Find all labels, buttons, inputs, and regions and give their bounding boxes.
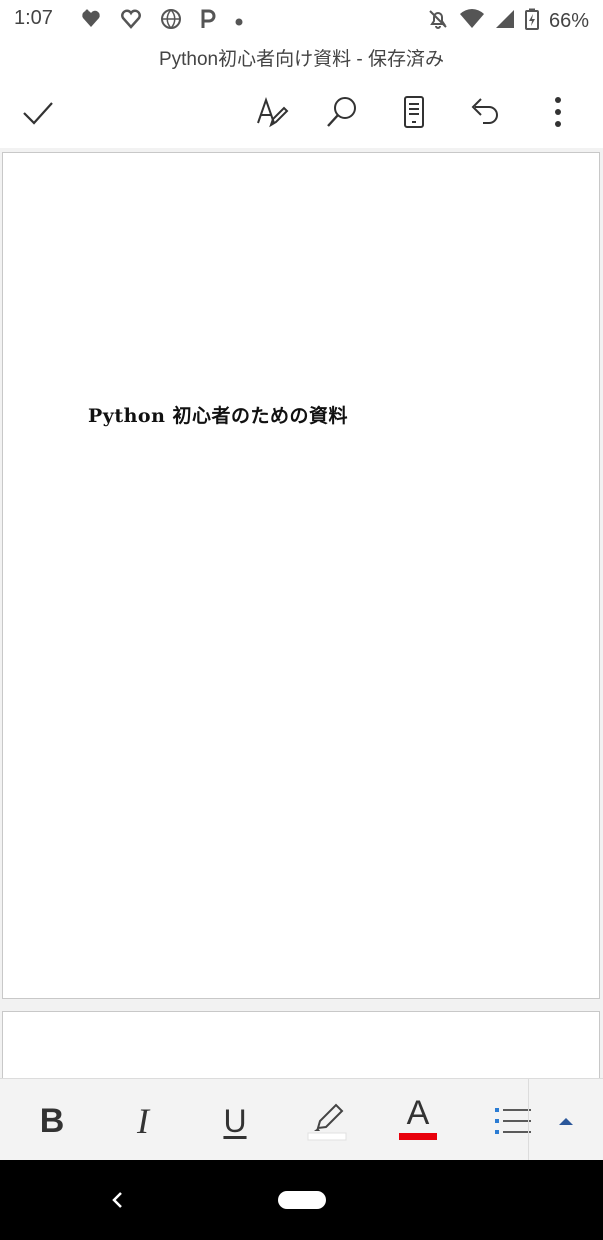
expand-ribbon-button[interactable]	[538, 1093, 594, 1149]
more-options-button[interactable]	[534, 88, 582, 136]
globe-lock-icon	[160, 8, 182, 34]
battery-percentage: 66%	[548, 9, 589, 32]
format-text-button[interactable]	[248, 88, 296, 136]
heart-hands-icon	[80, 8, 102, 34]
heart-outline-icon	[120, 8, 142, 34]
caret-up-icon	[559, 1118, 573, 1125]
bell-off-icon	[427, 8, 449, 34]
home-pill-button[interactable]	[278, 1191, 326, 1209]
chevron-left-icon	[112, 1192, 122, 1208]
done-button[interactable]	[14, 88, 62, 136]
more-vertical-icon	[555, 97, 561, 127]
italic-button[interactable]: I	[115, 1093, 171, 1149]
bullet-list-icon	[495, 1108, 531, 1134]
document-title: Python初心者向け資料 - 保存済み	[158, 49, 445, 70]
wifi-icon	[459, 8, 485, 34]
checkmark-icon	[23, 102, 53, 125]
font-color-letter: A	[406, 1094, 430, 1132]
phone-document-icon	[404, 96, 424, 128]
format-bar-divider	[528, 1079, 529, 1161]
signal-icon	[495, 8, 515, 34]
highlighter-icon	[307, 1103, 347, 1141]
bold-button[interactable]: B	[24, 1093, 80, 1149]
mobile-view-button[interactable]	[390, 88, 438, 136]
bold-label: B	[39, 1101, 65, 1140]
highlight-button[interactable]	[299, 1093, 355, 1149]
system-nav-bar	[0, 1160, 603, 1240]
status-right-icons: 66%	[427, 8, 589, 34]
status-bar: 1:07 66%	[0, 0, 603, 40]
undo-button[interactable]	[462, 88, 510, 136]
p-app-icon	[200, 8, 216, 34]
underline-button[interactable]: U	[207, 1093, 263, 1149]
undo-icon	[471, 98, 498, 124]
notification-icons	[80, 8, 244, 34]
top-toolbar	[0, 88, 603, 138]
dot-icon	[234, 12, 244, 31]
font-color-button[interactable]: A	[390, 1093, 446, 1149]
bullet-list-button[interactable]	[482, 1093, 538, 1149]
status-time: 1:07	[14, 7, 53, 29]
document-page-1[interactable]: Python 初心者のための資料	[2, 152, 600, 999]
battery-charging-icon	[524, 8, 539, 34]
font-color-swatch-group: A	[395, 1094, 441, 1144]
text-pen-icon	[257, 96, 289, 128]
document-heading-text[interactable]: Python 初心者のための資料	[88, 401, 348, 428]
search-button[interactable]	[318, 88, 366, 136]
search-icon	[327, 97, 356, 127]
italic-label: I	[137, 1101, 149, 1141]
underline-label: U	[223, 1102, 247, 1139]
formatting-toolbar: B I U A	[0, 1078, 603, 1161]
font-color-swatch	[399, 1133, 437, 1140]
back-button[interactable]	[100, 1182, 136, 1218]
document-canvas[interactable]: Python 初心者のための資料	[0, 148, 603, 1091]
